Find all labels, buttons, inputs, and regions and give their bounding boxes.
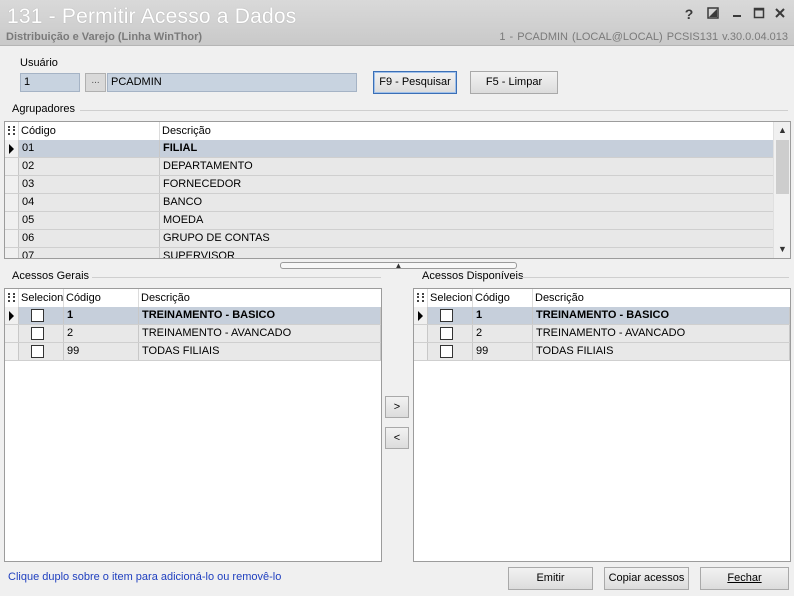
table-row[interactable]: 04 BANCO	[5, 194, 774, 212]
minimize-icon[interactable]	[728, 6, 746, 22]
title-bar: 131 - Permitir Acesso a Dados Distribuiç…	[0, 0, 794, 46]
column-chooser-icon[interactable]	[5, 122, 19, 140]
cell-codigo: 02	[19, 158, 160, 175]
acessos-disponiveis-grid[interactable]: Selecionar Código Descrição 1 TREINAMENT…	[413, 288, 791, 562]
cell-descricao: TREINAMENTO - AVANCADO	[139, 325, 381, 342]
select-checkbox[interactable]	[440, 327, 453, 340]
table-row[interactable]: 02 DEPARTAMENTO	[5, 158, 774, 176]
copiar-acessos-button[interactable]: Copiar acessos	[604, 567, 689, 590]
table-row[interactable]: 07 SUPERVISOR	[5, 248, 774, 258]
maximize-icon[interactable]	[750, 6, 768, 22]
fechar-button[interactable]: Fechar	[700, 567, 789, 590]
table-row[interactable]: 03 FORNECEDOR	[5, 176, 774, 194]
cell-descricao: TODAS FILIAIS	[533, 343, 790, 360]
current-row-indicator	[5, 140, 19, 157]
header-descricao[interactable]: Descrição	[533, 289, 790, 307]
scroll-thumb[interactable]	[776, 140, 789, 194]
usuario-lookup-button[interactable]: ...	[85, 73, 106, 92]
header-codigo[interactable]: Código	[19, 122, 160, 140]
agrupadores-scrollbar[interactable]: ▲ ▼	[773, 122, 790, 258]
table-row[interactable]: 2 TREINAMENTO - AVANCADO	[5, 325, 381, 343]
select-checkbox[interactable]	[440, 345, 453, 358]
agrupadores-grid[interactable]: Código Descrição 01 FILIAL 02 DEPARTAMEN…	[4, 121, 791, 259]
header-descricao[interactable]: Descrição	[160, 122, 774, 140]
usuario-code-field[interactable]: 1	[20, 73, 80, 92]
select-checkbox[interactable]	[440, 309, 453, 322]
cell-descricao: BANCO	[160, 194, 774, 211]
cell-descricao: GRUPO DE CONTAS	[160, 230, 774, 247]
usuario-label: Usuário	[20, 57, 58, 69]
usuario-name-field[interactable]: PCADMIN	[107, 73, 357, 92]
remove-access-button[interactable]: <	[385, 427, 409, 449]
cell-codigo: 2	[473, 325, 533, 342]
cell-codigo: 1	[473, 307, 533, 324]
cell-descricao: TREINAMENTO - BASICO	[139, 307, 381, 324]
window-title: 131 - Permitir Acesso a Dados	[7, 5, 297, 28]
cell-descricao: DEPARTAMENTO	[160, 158, 774, 175]
agrupadores-divider	[80, 110, 788, 111]
window-subtitle: Distribuição e Varejo (Linha WinThor)	[6, 31, 203, 43]
select-checkbox[interactable]	[31, 309, 44, 322]
header-descricao[interactable]: Descrição	[139, 289, 381, 307]
acessos-gerais-label: Acessos Gerais	[12, 270, 90, 282]
cell-descricao: SUPERVISOR	[160, 248, 774, 258]
current-row-indicator	[5, 307, 19, 324]
cell-codigo: 06	[19, 230, 160, 247]
cell-codigo: 05	[19, 212, 160, 229]
scroll-down-icon[interactable]: ▼	[774, 241, 790, 258]
header-codigo[interactable]: Código	[473, 289, 533, 307]
limpar-button[interactable]: F5 - Limpar	[470, 71, 558, 94]
column-chooser-icon[interactable]	[5, 289, 19, 307]
collapse-up-icon[interactable]: ▲	[395, 261, 403, 270]
header-selecionar[interactable]: Selecionar	[19, 289, 64, 307]
table-row[interactable]: 01 FILIAL	[5, 140, 774, 158]
table-row[interactable]: 99 TODAS FILIAIS	[414, 343, 790, 361]
current-row-indicator	[414, 307, 428, 324]
acessos-disponiveis-label: Acessos Disponíveis	[422, 270, 524, 282]
cell-codigo: 99	[64, 343, 139, 360]
table-row[interactable]: 06 GRUPO DE CONTAS	[5, 230, 774, 248]
cell-codigo: 99	[473, 343, 533, 360]
header-codigo[interactable]: Código	[64, 289, 139, 307]
acessos-gerais-header: Selecionar Código Descrição	[5, 289, 381, 307]
cell-descricao: MOEDA	[160, 212, 774, 229]
cell-codigo: 2	[64, 325, 139, 342]
acessos-gerais-divider	[92, 277, 381, 278]
acessos-disponiveis-divider	[520, 277, 789, 278]
close-icon[interactable]	[771, 6, 789, 22]
acessos-disponiveis-header: Selecionar Código Descrição	[414, 289, 790, 307]
table-row[interactable]: 99 TODAS FILIAIS	[5, 343, 381, 361]
usage-hint: Clique duplo sobre o item para adicioná-…	[8, 571, 282, 583]
add-access-button[interactable]: >	[385, 396, 409, 418]
cell-codigo: 01	[19, 140, 160, 157]
column-chooser-icon[interactable]	[414, 289, 428, 307]
help-button[interactable]: ?	[680, 6, 698, 22]
select-checkbox[interactable]	[31, 345, 44, 358]
header-selecionar[interactable]: Selecionar	[428, 289, 473, 307]
cell-codigo: 07	[19, 248, 160, 258]
table-row[interactable]: 05 MOEDA	[5, 212, 774, 230]
cell-descricao: FORNECEDOR	[160, 176, 774, 193]
cell-descricao: FILIAL	[160, 140, 774, 157]
table-row[interactable]: 2 TREINAMENTO - AVANCADO	[414, 325, 790, 343]
cell-descricao: TREINAMENTO - AVANCADO	[533, 325, 790, 342]
session-status: 1 - PCADMIN (LOCAL@LOCAL) PCSIS131 v.30.…	[499, 31, 788, 43]
table-row[interactable]: 1 TREINAMENTO - BASICO	[5, 307, 381, 325]
panel-splitter[interactable]: ▲	[280, 261, 517, 270]
table-row[interactable]: 1 TREINAMENTO - BASICO	[414, 307, 790, 325]
cell-codigo: 03	[19, 176, 160, 193]
cell-codigo: 1	[64, 307, 139, 324]
acessos-gerais-grid[interactable]: Selecionar Código Descrição 1 TREINAMENT…	[4, 288, 382, 562]
emitir-button[interactable]: Emitir	[508, 567, 593, 590]
scroll-up-icon[interactable]: ▲	[774, 122, 790, 139]
restore-layout-icon[interactable]	[704, 6, 722, 22]
select-checkbox[interactable]	[31, 327, 44, 340]
cell-descricao: TODAS FILIAIS	[139, 343, 381, 360]
pesquisar-button[interactable]: F9 - Pesquisar	[373, 71, 457, 94]
agrupadores-header: Código Descrição	[5, 122, 774, 140]
agrupadores-label: Agrupadores	[12, 103, 75, 115]
cell-codigo: 04	[19, 194, 160, 211]
cell-descricao: TREINAMENTO - BASICO	[533, 307, 790, 324]
